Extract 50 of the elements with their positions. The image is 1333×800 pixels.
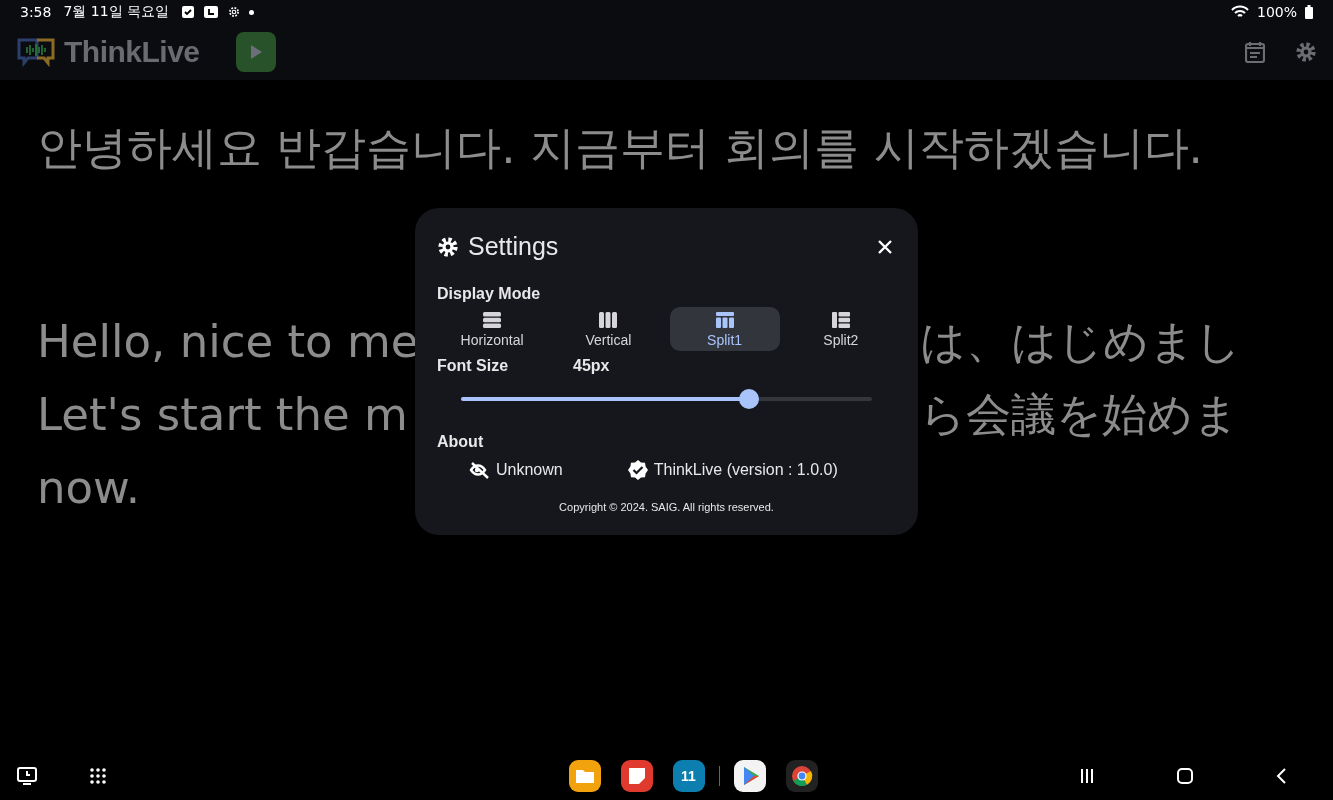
recent-screen-icon[interactable] xyxy=(17,767,37,785)
display-mode-option[interactable]: Horizontal xyxy=(437,307,548,351)
browser-app-icon[interactable] xyxy=(785,760,818,792)
section-label: Display Mode xyxy=(437,285,542,303)
transcript-english-line: Hello, nice to me xyxy=(37,314,419,370)
settings-icon xyxy=(437,235,459,258)
app-title: ThinkLive xyxy=(64,35,200,69)
battery-icon xyxy=(1305,5,1313,19)
about-text: Unknown xyxy=(496,461,563,479)
layout-icon xyxy=(598,311,619,329)
recents-button-icon[interactable] xyxy=(1079,768,1095,784)
transcript-english-line: Let's start the m xyxy=(37,387,408,443)
image-icon xyxy=(203,5,220,19)
copyright-text: Copyright © 2024. SAIG. All rights reserved. xyxy=(558,501,775,513)
font-size-value: 45px xyxy=(573,357,610,375)
display-mode-option[interactable]: Split1 xyxy=(669,307,780,351)
back-button-icon[interactable] xyxy=(1275,768,1287,784)
dialog-title: Settings xyxy=(468,232,559,261)
play-icon xyxy=(249,45,262,59)
font-size-slider[interactable] xyxy=(461,389,872,409)
transcript-korean: 안녕하세요 반갑습니다. 지금부터 회의를 시작하겠습니다. xyxy=(37,120,1204,176)
battery-percent: 100% xyxy=(1256,4,1297,20)
transcript-japanese-line: は、はじめまし xyxy=(920,314,1241,370)
settings-icon xyxy=(227,5,242,19)
play-store-icon[interactable] xyxy=(733,760,766,792)
layout-icon xyxy=(482,311,503,329)
notes-app-icon[interactable] xyxy=(620,760,653,792)
display-mode-option[interactable]: Split2 xyxy=(785,307,896,351)
transcript-english-line: now. xyxy=(37,460,141,516)
eye-off-icon xyxy=(469,461,491,479)
status-date: 7월 11일 목요일 xyxy=(63,3,170,21)
section-label: Font Size xyxy=(437,357,510,375)
transcript-japanese-line: ら会議を始めま xyxy=(920,387,1239,443)
settings-button[interactable] xyxy=(1295,41,1317,63)
home-button-icon[interactable] xyxy=(1177,768,1193,784)
about-text: ThinkLive (version : 1.0.0) xyxy=(653,461,838,479)
calendar-button[interactable] xyxy=(1245,41,1265,63)
display-mode-option[interactable]: Vertical xyxy=(553,307,664,351)
play-button[interactable] xyxy=(235,32,276,72)
wifi-icon xyxy=(1230,5,1249,19)
calendar-app-icon[interactable]: 11 xyxy=(672,760,705,792)
section-label: About xyxy=(437,433,485,451)
checkbox-icon xyxy=(181,5,196,19)
dot-icon xyxy=(249,9,255,15)
status-time: 3:58 xyxy=(20,4,52,20)
layout-icon xyxy=(714,311,735,329)
app-grid-icon[interactable] xyxy=(89,767,107,785)
verified-badge-icon xyxy=(626,459,649,481)
folder-app-icon[interactable] xyxy=(568,760,601,792)
layout-icon xyxy=(830,311,851,329)
